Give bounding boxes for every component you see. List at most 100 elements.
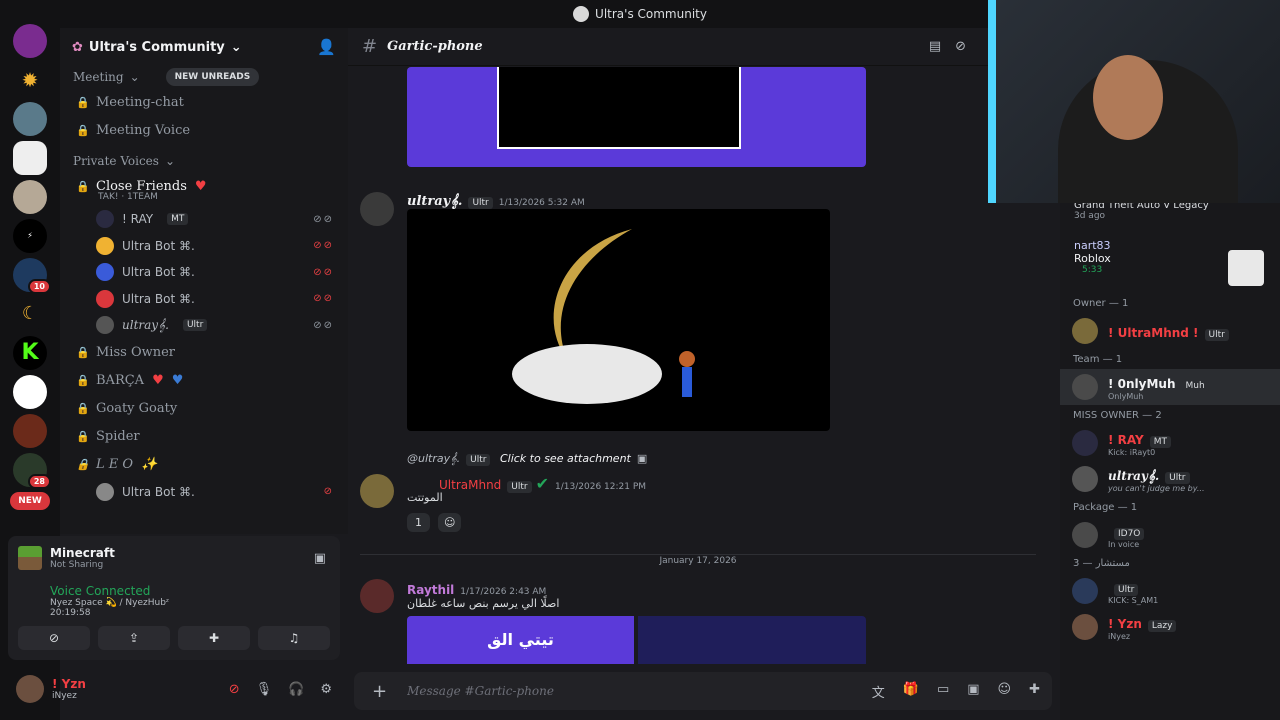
chevron-down-icon: ⌄ — [164, 154, 175, 168]
user-name[interactable]: ! Yzn — [52, 677, 86, 691]
server-icon-8[interactable]: ☾ — [13, 297, 47, 331]
avatar[interactable] — [16, 675, 44, 703]
voice-user[interactable]: ultray𝄞. Ultr ⊘⊘ — [60, 312, 348, 339]
voice-user[interactable]: Ultra Bot ⌘. ⊘⊘ — [60, 286, 348, 313]
camera-off-icon[interactable]: ⊘ — [18, 626, 90, 650]
avatar[interactable] — [360, 474, 394, 508]
channel-leo[interactable]: 🔒 L E O ✨ — [60, 451, 348, 479]
reaction[interactable]: 1 — [407, 513, 430, 532]
voice-user[interactable]: Ultra Bot ⌘. ⊘⊘ — [60, 259, 348, 286]
soundboard-icon[interactable]: ♫ — [258, 626, 330, 650]
gif-icon[interactable]: ▭ — [937, 682, 949, 701]
attachment-image[interactable] — [407, 209, 830, 431]
role-header: MISS OWNER — 2 — [1073, 409, 1162, 421]
channel-meeting-voice[interactable]: 🔒 Meeting Voice — [60, 116, 348, 144]
member-status: iNyez — [1108, 632, 1131, 641]
add-member-icon[interactable]: 👤 — [317, 38, 336, 56]
activities-icon[interactable]: ✚ — [178, 626, 250, 650]
lock-icon: 🔒 — [76, 179, 90, 193]
server-icon — [573, 6, 590, 22]
member-name: ! 0nlyMuh — [1108, 377, 1176, 391]
voice-user[interactable]: Ultra Bot ⌘. ⊘ — [60, 479, 348, 506]
message-author[interactable]: Raythil — [407, 583, 454, 597]
avatar[interactable] — [360, 579, 394, 613]
avatar — [1072, 578, 1098, 604]
server-icon-5[interactable] — [13, 180, 47, 214]
server-icon-6[interactable]: ⚡ — [13, 219, 47, 253]
avatar[interactable] — [360, 192, 394, 226]
server-icon-12[interactable]: 28 — [13, 453, 51, 489]
category-private-voices[interactable]: Private Voices ⌄ — [60, 150, 348, 172]
avatar — [1072, 466, 1098, 492]
voice-location[interactable]: Nyez Space 💫 / NyezHubᶻ — [18, 598, 330, 608]
gift-icon[interactable]: 🎁 — [903, 682, 919, 701]
voice-user[interactable]: Ultra Bot ⌘. ⊘⊘ — [60, 233, 348, 260]
member-row[interactable]: ultray𝄞. Ultr you can't judge me by... — [1060, 461, 1280, 497]
user-status: iNyez — [52, 691, 77, 701]
voice-user-name: Ultra Bot ⌘. — [122, 484, 195, 499]
channel-label: L E O — [96, 457, 134, 472]
channel-barca[interactable]: 🔒 BARÇA ♥ ♥ — [60, 367, 348, 395]
voice-connected-label[interactable]: Voice Connected — [18, 584, 330, 598]
server-icon-1[interactable] — [13, 24, 47, 58]
message-input[interactable]: Message #Gartic-phone — [407, 684, 554, 698]
member-name: ! UltraMhnd ! — [1108, 325, 1199, 340]
attachment-image[interactable] — [638, 616, 866, 664]
server-icon-kick[interactable]: K — [13, 336, 47, 370]
activity-time: 3d ago — [1074, 211, 1106, 221]
member-name: ! Yzn — [1108, 617, 1142, 631]
emoji-icon[interactable]: ☺ — [998, 682, 1012, 701]
member-row[interactable]: Ultr KICK: S_AM1 — [1060, 573, 1280, 609]
channel-spider[interactable]: 🔒 Spider — [60, 423, 348, 451]
screen-share-icon[interactable]: ⇪ — [98, 626, 170, 650]
verified-icon: ✔ — [535, 474, 550, 493]
member-row[interactable]: ! RAY MT Kick: iRayt0 — [1060, 425, 1280, 461]
new-unreads-pill[interactable]: NEW UNREADS — [165, 68, 260, 86]
user-tag: Ultr — [1204, 328, 1229, 341]
activity-card[interactable]: Minecraft Not Sharing ▣ — [8, 536, 340, 580]
settings-gear-icon[interactable]: ⚙ — [320, 682, 332, 697]
message-author[interactable]: UltraMhnd — [439, 478, 501, 492]
channel-miss-owner[interactable]: 🔒 Miss Owner — [60, 339, 348, 367]
member-row[interactable]: ! 0nlyMuh Muh OnlyMuh — [1060, 369, 1280, 405]
translate-icon[interactable]: 文 — [872, 682, 885, 701]
share-screen-icon[interactable]: ▣ — [314, 551, 326, 566]
attachment-image[interactable]: تيتي الق — [407, 616, 634, 664]
server-icon-7[interactable]: 10 — [13, 258, 51, 294]
attachment-image[interactable] — [407, 67, 866, 167]
sticker-icon[interactable]: ▣ — [967, 682, 979, 701]
add-reaction-icon[interactable]: ☺ — [438, 513, 462, 532]
member-row[interactable]: ! Yzn Lazy iNyez — [1060, 609, 1280, 645]
headphones-icon[interactable]: 🎧 — [288, 682, 304, 697]
apps-icon[interactable]: ✚ — [1029, 682, 1040, 701]
activity-title: Minecraft — [50, 546, 115, 560]
lock-icon: 🔒 — [76, 123, 90, 137]
member-name[interactable]: nart83 — [1060, 221, 1280, 252]
channel-meeting-chat[interactable]: 🔒 Meeting-chat — [60, 88, 348, 116]
member-row[interactable]: ! UltraMhnd ! Ultr — [1060, 313, 1280, 349]
server-icon-ultra[interactable] — [13, 141, 47, 175]
server-icon-3[interactable] — [13, 102, 47, 136]
server-header[interactable]: ✿ Ultra's Community ⌄ 👤 — [60, 28, 348, 66]
reactions: 1 ☺ — [407, 513, 462, 532]
member-row[interactable]: ID7O In voice — [1060, 517, 1280, 553]
server-icon-2[interactable]: ✹ — [13, 63, 47, 97]
webcam-overlay — [988, 0, 1280, 203]
new-badge[interactable]: NEW — [10, 492, 50, 510]
channel-goaty[interactable]: 🔒 Goaty Goaty — [60, 395, 348, 423]
unread-badge: 10 — [27, 279, 51, 294]
message-author[interactable]: ultray𝄞. — [407, 194, 462, 209]
date-divider: January 17, 2026 — [360, 554, 1036, 574]
plus-icon[interactable]: + — [372, 681, 387, 702]
server-icon-11[interactable] — [13, 414, 47, 448]
stream-off-icon[interactable]: ⊘ — [229, 682, 240, 697]
server-icon-10[interactable] — [13, 375, 47, 409]
microphone-icon[interactable]: 🎙 — [256, 682, 273, 697]
deafened-icon: ⊘⊘ — [313, 266, 334, 278]
voice-user[interactable]: ! RAY MT ⊘⊘ — [60, 206, 348, 233]
category-meeting[interactable]: Meeting ⌄ NEW UNREADS — [60, 66, 348, 88]
member-status: OnlyMuh — [1108, 392, 1144, 401]
message-header: UltraMhnd Ultr ✔ 1/13/2026 12:21 PM — [407, 474, 646, 493]
reply-preview[interactable]: @ultray𝄞. Ultr Click to see attachment ▣ — [407, 452, 647, 466]
header-tools[interactable]: ▤⊘ — [929, 39, 980, 54]
